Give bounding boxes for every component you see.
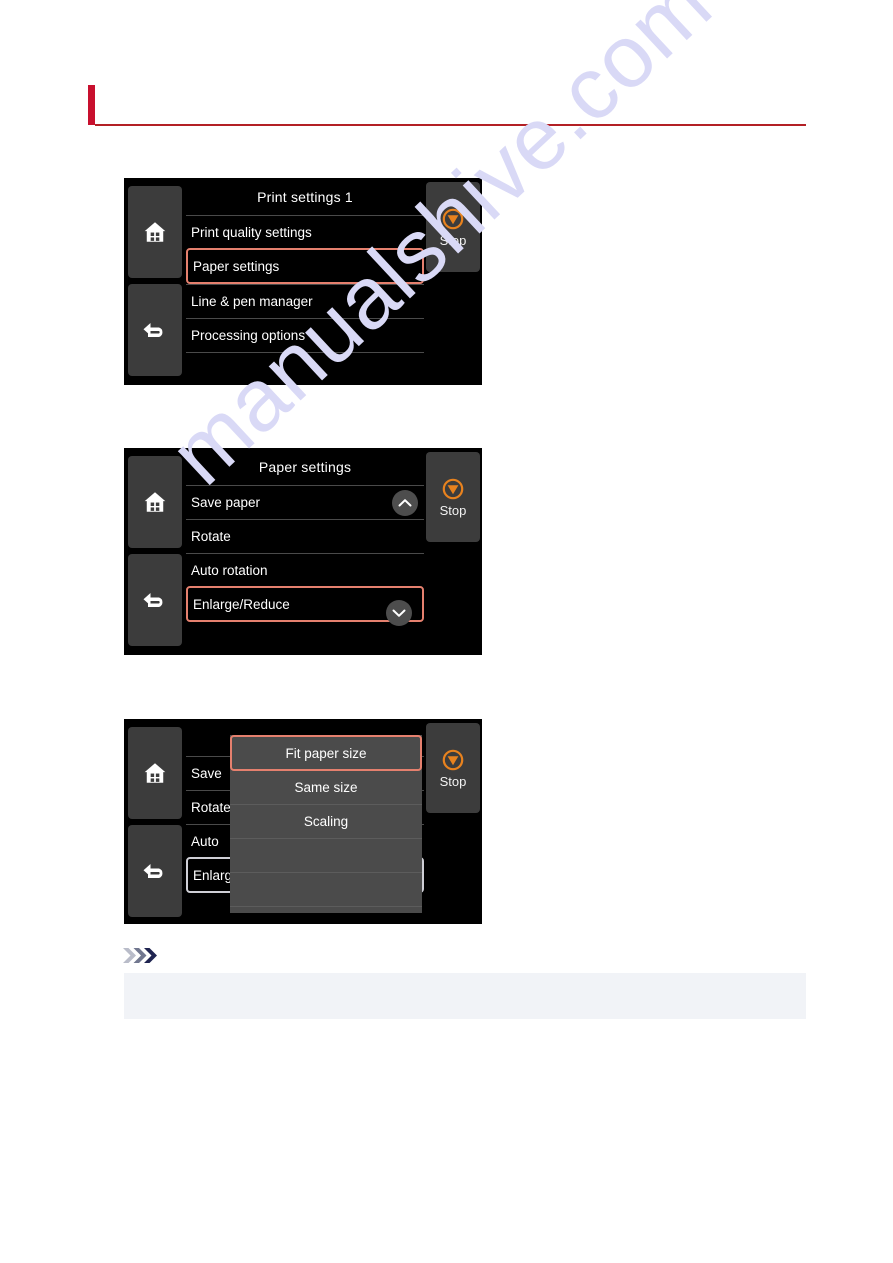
menu-print-settings-1: Print settings 1 Print quality settings …: [186, 178, 424, 385]
printer-screen-enlarge-reduce-dialog: Stop Save Rotate Auto Enlarge Fit paper …: [124, 719, 482, 924]
back-button[interactable]: [128, 825, 182, 917]
note-section: [122, 942, 806, 1019]
scroll-up-button[interactable]: [392, 490, 418, 516]
menu-item-save-paper[interactable]: Save paper: [186, 485, 424, 519]
option-label: Fit paper size: [285, 745, 367, 761]
menu-item-label: Paper settings: [193, 258, 280, 274]
chevron-up-icon: [398, 499, 412, 507]
menu-item-label: Print quality settings: [191, 225, 312, 240]
menu-item-label: Rotate: [191, 529, 231, 544]
stop-button-label: Stop: [439, 774, 467, 789]
enlarge-reduce-option-dialog: Fit paper size Same size Scaling: [230, 735, 422, 913]
scroll-down-button[interactable]: [386, 600, 412, 626]
stop-button-label: Stop: [439, 503, 467, 518]
back-arrow-icon: [141, 859, 169, 883]
note-box: [124, 973, 806, 1019]
menu-item-label: Processing options: [191, 328, 306, 343]
menu-item-rotate[interactable]: Rotate: [186, 519, 424, 553]
option-scaling[interactable]: Scaling: [230, 805, 422, 839]
stop-button-label: Stop: [439, 233, 467, 248]
option-same-size[interactable]: Same size: [230, 771, 422, 805]
home-icon: [142, 760, 168, 786]
stop-icon: [441, 748, 465, 772]
stop-button[interactable]: Stop: [426, 452, 480, 542]
menu-item-paper-settings[interactable]: Paper settings: [186, 248, 424, 284]
back-arrow-icon: [141, 588, 169, 612]
page-header: [88, 85, 806, 127]
menu-item-print-quality-settings[interactable]: Print quality settings: [186, 215, 424, 249]
menu-item-auto-rotation[interactable]: Auto rotation: [186, 553, 424, 587]
menu-title: Print settings 1: [257, 189, 353, 205]
menu-item-empty: [186, 352, 424, 386]
stop-icon: [441, 477, 465, 501]
back-button[interactable]: [128, 554, 182, 646]
printer-screen-print-settings-1: Stop Print settings 1 Print quality sett…: [124, 178, 482, 385]
menu-item-label: Auto: [191, 834, 219, 849]
menu-item-label: Auto rotation: [191, 563, 268, 578]
home-button[interactable]: [128, 186, 182, 278]
menu-list: Print quality settings Paper settings Li…: [186, 215, 424, 386]
header-accent-bar: [88, 85, 95, 125]
menu-title: Paper settings: [258, 459, 352, 475]
back-arrow-icon: [141, 318, 169, 342]
note-body: [124, 973, 806, 989]
triple-chevron-icon: [122, 947, 158, 964]
home-icon: [142, 219, 168, 245]
menu-item-processing-options[interactable]: Processing options: [186, 318, 424, 352]
menu-paper-settings: Paper settings Save paper Rotate Auto ro…: [186, 448, 424, 655]
home-button[interactable]: [128, 727, 182, 819]
stop-icon: [441, 207, 465, 231]
option-label: Same size: [294, 780, 358, 795]
home-icon: [142, 489, 168, 515]
option-empty: [230, 839, 422, 873]
menu-item-label: Line & pen manager: [191, 294, 313, 309]
menu-item-enlarge-reduce[interactable]: Enlarge/Reduce: [186, 586, 424, 626]
printer-screen-paper-settings: Stop Paper settings Save paper Rotate Au…: [124, 448, 482, 655]
stop-button[interactable]: Stop: [426, 723, 480, 813]
back-button[interactable]: [128, 284, 182, 376]
menu-list: Save paper Rotate Auto rotation Enlarge/…: [186, 485, 424, 626]
option-fit-paper-size[interactable]: Fit paper size: [230, 735, 422, 771]
note-heading: [122, 942, 806, 968]
menu-item-label: Save: [191, 766, 222, 781]
header-divider: [95, 124, 806, 126]
menu-item-label: Rotate: [191, 800, 231, 815]
stop-button[interactable]: Stop: [426, 182, 480, 272]
option-label: Scaling: [303, 814, 349, 829]
menu-item-line-pen-manager[interactable]: Line & pen manager: [186, 284, 424, 318]
option-empty: [230, 873, 422, 907]
home-button[interactable]: [128, 456, 182, 548]
menu-item-label: Save paper: [191, 495, 261, 510]
manual-page: manualshive.com Stop Print settings 1 Pr…: [0, 0, 893, 1263]
menu-item-label: Enlarge/Reduce: [193, 596, 290, 612]
chevron-down-icon: [392, 609, 406, 617]
